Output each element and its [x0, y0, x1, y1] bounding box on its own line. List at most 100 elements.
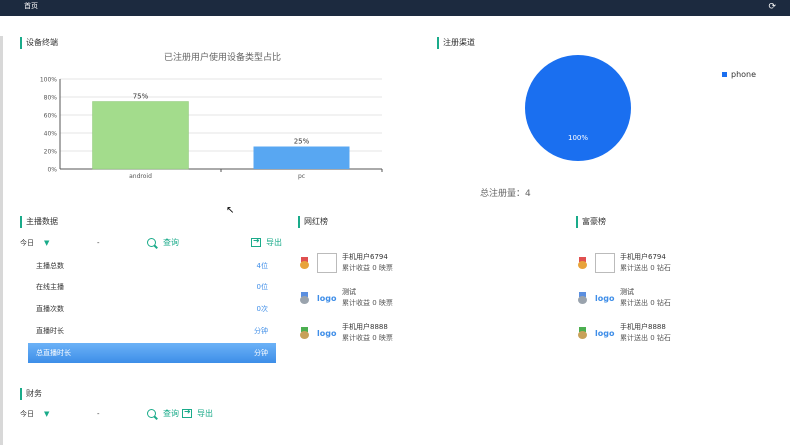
rank-text: 手机用户6794 累计送出 0 钻石: [620, 252, 671, 274]
logo: logo: [317, 293, 337, 303]
stat-row-total-live-duration[interactable]: 总直播时长 分钟: [28, 343, 276, 363]
logo: logo: [317, 328, 337, 338]
legend-label-phone: phone: [731, 70, 757, 79]
chevron-down-icon: ▼: [44, 239, 50, 247]
influencer-section-title: 网红榜: [298, 216, 328, 228]
tab-home[interactable]: 首页: [24, 1, 38, 11]
stat-value: 0位: [256, 283, 268, 291]
stat-label: 直播次数: [36, 305, 64, 313]
rank-item: logo 手机用户8888 累计收益 0 映票: [300, 322, 393, 344]
register-section-title: 注册渠道: [437, 37, 475, 49]
chevron-down-icon: ▼: [44, 410, 50, 418]
pie-slice-label: 100%: [568, 134, 588, 142]
rank-text: 手机用户8888 累计送出 0 钻石: [620, 322, 671, 344]
stat-value: 0次: [256, 305, 268, 313]
rank-item: logo 测试累计送出 0 钻石: [578, 287, 671, 309]
stat-label: 总直播时长: [36, 349, 71, 357]
search-icon: [147, 238, 156, 247]
anchor-query-label: 查询: [163, 238, 179, 247]
anchor-section-title: 主播数据: [20, 216, 58, 228]
bar-chart-title: 已注册用户使用设备类型占比: [163, 53, 281, 63]
x-tick-label: android: [129, 173, 152, 180]
stat-label: 直播时长: [36, 327, 64, 335]
rank-name: 手机用户8888: [342, 323, 388, 331]
y-tick-label: 60%: [44, 113, 58, 120]
legend-swatch: [722, 72, 727, 77]
pie-legend: phone: [722, 70, 756, 79]
register-pie-chart: 100%: [525, 55, 631, 161]
rank-text: 测试累计收益 0 映票: [342, 287, 393, 309]
export-icon: [251, 236, 261, 247]
rank-sub: 累计收益 0 映票: [342, 334, 393, 342]
stat-row-live-duration: 直播时长 分钟: [28, 321, 276, 341]
device-section-title: 设备终端: [20, 37, 58, 49]
finance-section-title: 财务: [20, 388, 42, 400]
stat-label: 在线主播: [36, 283, 64, 291]
rank-sub: 累计送出 0 钻石: [620, 299, 671, 307]
anchor-period-value: 今日: [20, 239, 34, 247]
stat-row-total-anchors: 主播总数 4位: [28, 256, 276, 276]
rank-item: logo 测试累计收益 0 映票: [300, 287, 393, 309]
finance-query-button[interactable]: 查询: [147, 408, 179, 419]
device-bar-chart: 0% 20% 40% 60% 80% 100% 75% android 25% pc: [40, 77, 383, 180]
finance-period-select[interactable]: 今日 ▼: [20, 409, 49, 419]
stat-label: 主播总数: [36, 262, 64, 270]
bar-value-label: 25%: [294, 138, 310, 146]
left-scroll-strip: [0, 36, 3, 445]
top-bar: 首页 ⟳: [0, 0, 790, 16]
rank-name: 手机用户6794: [342, 253, 388, 261]
rank-name: 测试: [620, 288, 634, 296]
medal-icon: [578, 327, 587, 339]
anchor-range-dash: -: [97, 239, 100, 247]
rank-name: 测试: [342, 288, 356, 296]
medal-icon: [300, 257, 309, 269]
rank-sub: 累计收益 0 映票: [342, 299, 393, 307]
logo: logo: [595, 328, 615, 338]
medal-icon: [578, 292, 587, 304]
finance-range-dash: -: [97, 410, 100, 418]
total-registrations: 总注册量：4: [480, 189, 531, 199]
export-icon: [182, 407, 192, 418]
rank-text: 手机用户6794 累计收益 0 映票: [342, 252, 393, 274]
stat-row-online-anchors: 在线主播 0位: [28, 277, 276, 297]
rank-sub: 累计收益 0 映票: [342, 264, 393, 272]
y-tick-label: 100%: [40, 77, 57, 84]
rank-sub: 累计送出 0 钻石: [620, 264, 671, 272]
medal-icon: [578, 257, 587, 269]
pie-slice-phone: [525, 55, 631, 161]
bar-pc: [253, 146, 350, 169]
bar-value-label: 75%: [133, 93, 149, 101]
rank-name: 手机用户8888: [620, 323, 666, 331]
mouse-cursor-icon: ↖: [226, 205, 235, 216]
finance-query-label: 查询: [163, 409, 179, 418]
medal-icon: [300, 327, 309, 339]
y-tick-label: 0%: [47, 167, 57, 174]
rank-item: 手机用户6794 累计收益 0 映票: [300, 252, 393, 274]
avatar: [317, 253, 337, 273]
refresh-icon[interactable]: ⟳: [768, 1, 776, 13]
stat-row-live-count: 直播次数 0次: [28, 299, 276, 319]
rank-text: 手机用户8888 累计收益 0 映票: [342, 322, 393, 344]
rank-item: logo 手机用户8888 累计送出 0 钻石: [578, 322, 671, 344]
y-tick-label: 80%: [44, 95, 58, 102]
stat-value: 4位: [256, 262, 268, 270]
rank-sub: 累计送出 0 钻石: [620, 334, 671, 342]
finance-export-button[interactable]: 导出: [182, 407, 213, 419]
rank-item: 手机用户6794 累计送出 0 钻石: [578, 252, 671, 274]
rank-name: 手机用户6794: [620, 253, 666, 261]
logo: logo: [595, 293, 615, 303]
rich-section-title: 富豪榜: [576, 216, 606, 228]
x-tick-label: pc: [298, 173, 305, 180]
anchor-export-label: 导出: [266, 238, 282, 247]
stat-value: 分钟: [254, 349, 268, 357]
anchor-export-button[interactable]: 导出: [251, 236, 282, 248]
y-tick-label: 20%: [44, 149, 58, 156]
finance-period-value: 今日: [20, 410, 34, 418]
finance-export-label: 导出: [197, 409, 213, 418]
anchor-period-select[interactable]: 今日 ▼: [20, 238, 49, 248]
search-icon: [147, 409, 156, 418]
anchor-query-button[interactable]: 查询: [147, 237, 179, 248]
stat-value: 分钟: [254, 327, 268, 335]
avatar: [595, 253, 615, 273]
rank-text: 测试累计送出 0 钻石: [620, 287, 671, 309]
